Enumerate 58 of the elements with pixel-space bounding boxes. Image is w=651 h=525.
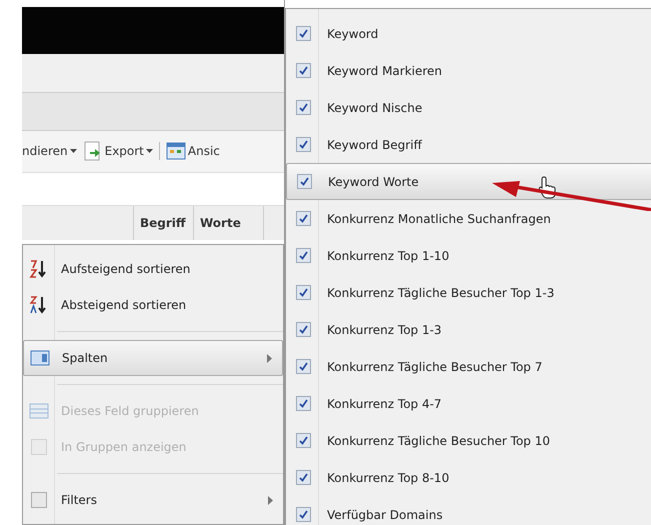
check-icon xyxy=(299,29,308,38)
column-option[interactable]: Keyword Nische xyxy=(286,89,651,126)
check-icon xyxy=(299,214,308,223)
check-icon xyxy=(299,251,308,260)
check-icon xyxy=(299,288,308,297)
check-icon xyxy=(299,436,308,445)
column-option[interactable]: Konkurrenz Top 8-10 xyxy=(286,459,651,496)
checkbox[interactable] xyxy=(296,359,311,374)
checkbox[interactable] xyxy=(296,322,311,337)
check-icon xyxy=(299,399,308,408)
column-option[interactable]: Keyword xyxy=(286,15,651,52)
checkbox-icon xyxy=(31,492,47,508)
menu-item[interactable]: Spalten xyxy=(23,340,283,376)
checkbox[interactable] xyxy=(296,100,311,115)
column-header[interactable]: Begriff xyxy=(134,206,194,240)
check-icon xyxy=(299,473,308,482)
check-icon xyxy=(299,362,308,371)
check-icon xyxy=(299,510,308,519)
caret-icon xyxy=(70,149,77,154)
checkbox[interactable] xyxy=(296,396,311,411)
checkbox[interactable] xyxy=(296,26,311,41)
checkbox[interactable] xyxy=(296,470,311,485)
column-option[interactable]: Keyword Markieren xyxy=(286,52,651,89)
check-icon xyxy=(299,66,308,75)
checkbox[interactable] xyxy=(296,285,311,300)
toolbar-button[interactable]: Ansic xyxy=(166,142,220,160)
column-option[interactable]: Keyword Begriff xyxy=(286,126,651,163)
column-option[interactable]: Konkurrenz Top 4-7 xyxy=(286,385,651,422)
check-icon xyxy=(300,177,309,186)
column-option[interactable]: Konkurrenz Tägliche Besucher Top 1-3 xyxy=(286,274,651,311)
toolbar-button[interactable]: ndieren xyxy=(22,142,77,160)
toolbar-button[interactable]: Export xyxy=(82,141,153,162)
column-option[interactable]: Konkurrenz Top 1-3 xyxy=(286,311,651,348)
grid-icon xyxy=(166,142,186,160)
column-option[interactable]: Konkurrenz Top 1-10 xyxy=(286,237,651,274)
table-icon xyxy=(29,403,49,420)
check-icon xyxy=(299,140,308,149)
checkbox-icon xyxy=(31,439,47,456)
checkbox[interactable] xyxy=(296,248,311,263)
column-option[interactable]: Konkurrenz Tägliche Besucher Top 10 xyxy=(286,422,651,459)
column-option[interactable]: Keyword Worte xyxy=(286,163,651,200)
checkbox[interactable] xyxy=(296,137,311,152)
menu-item[interactable]: Filters xyxy=(23,482,283,518)
checkbox[interactable] xyxy=(296,433,311,448)
column-header[interactable]: Worte xyxy=(194,206,264,240)
checkbox[interactable] xyxy=(296,211,311,226)
checkbox[interactable] xyxy=(297,174,312,189)
column-option[interactable]: Verfügbar Domains xyxy=(286,496,651,525)
menu-item[interactable]: Absteigend sortieren xyxy=(23,287,283,324)
column-option[interactable]: Konkurrenz Tägliche Besucher Top 7 xyxy=(286,348,651,385)
columns-icon xyxy=(30,350,50,366)
check-icon xyxy=(299,325,308,334)
checkbox[interactable] xyxy=(296,63,311,78)
menu-item[interactable]: Aufsteigend sortieren xyxy=(23,251,283,288)
check-icon xyxy=(299,103,308,112)
caret-icon xyxy=(146,149,153,154)
column-option[interactable]: Konkurrenz Monatliche Suchanfragen xyxy=(286,200,651,237)
checkbox[interactable] xyxy=(296,507,311,522)
